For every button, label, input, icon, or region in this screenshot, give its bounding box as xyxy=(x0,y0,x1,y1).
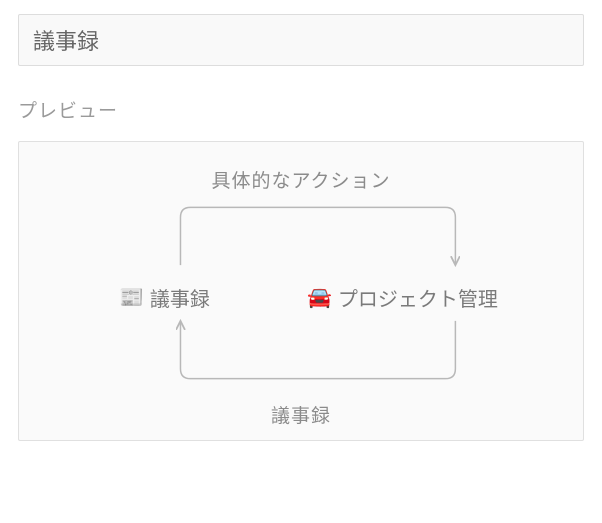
bottom-arrow-label: 議事録 xyxy=(49,401,553,428)
node-right: 🚘 プロジェクト管理 xyxy=(307,283,498,312)
node-left: 📰 議事録 xyxy=(119,283,210,312)
newspaper-icon: 📰 xyxy=(119,288,144,308)
node-right-label: プロジェクト管理 xyxy=(338,283,498,312)
top-arrow-label: 具体的なアクション xyxy=(49,166,553,193)
preview-panel: 具体的なアクション 📰 議事録 🚘 プロジェクト管理 議事録 xyxy=(18,141,584,441)
title-input[interactable] xyxy=(18,14,584,66)
relation-diagram: 📰 議事録 🚘 プロジェクト管理 xyxy=(49,199,553,399)
node-left-label: 議事録 xyxy=(150,283,210,312)
preview-heading: プレビュー xyxy=(18,96,584,123)
top-arrow xyxy=(180,207,455,265)
car-icon: 🚘 xyxy=(307,288,332,308)
bottom-arrow xyxy=(180,321,455,379)
